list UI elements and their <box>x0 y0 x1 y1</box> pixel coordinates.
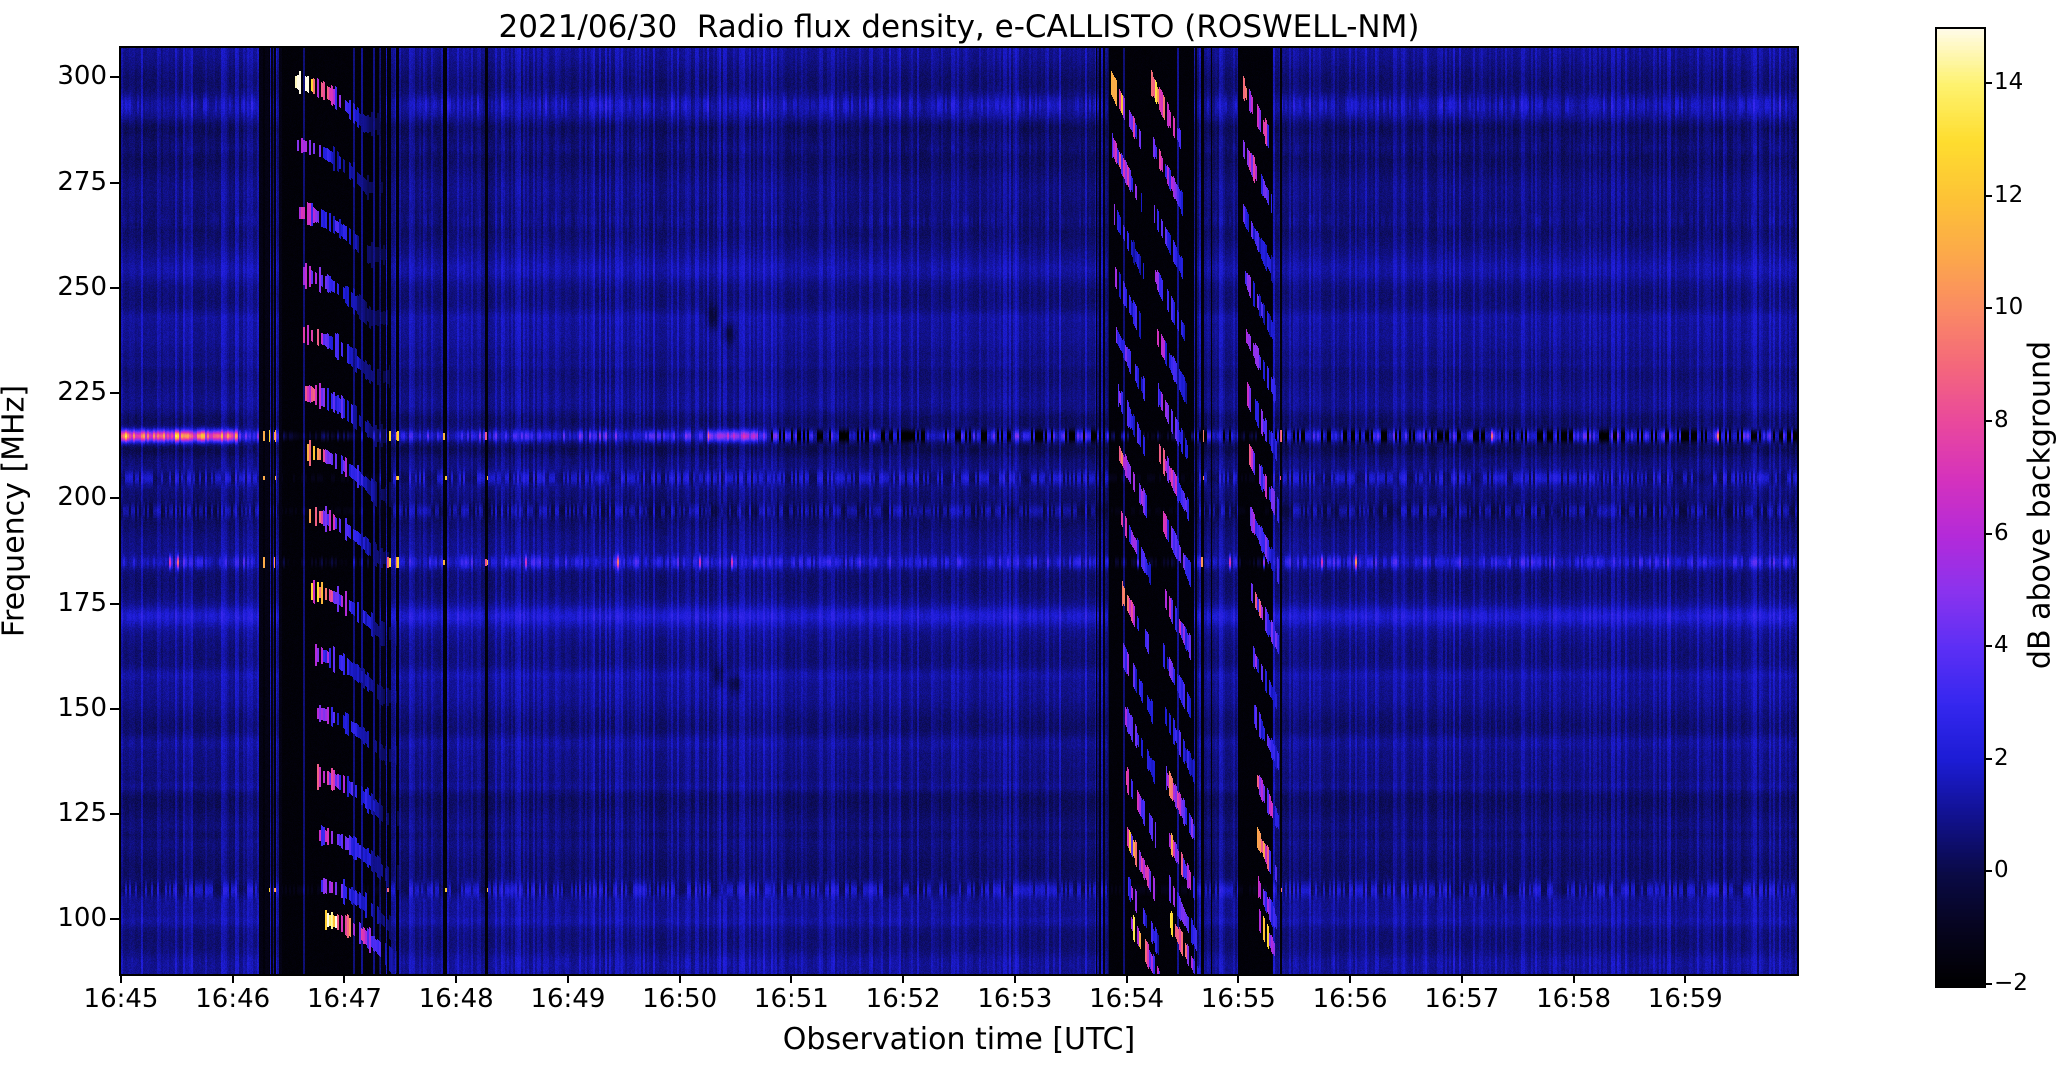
x-tickmark <box>1125 974 1128 983</box>
x-tick-label: 16:58 <box>1536 984 1611 1014</box>
y-tickmark <box>110 918 119 921</box>
y-tickmark <box>110 286 119 289</box>
x-tickmark <box>231 974 234 983</box>
x-tickmark <box>455 974 458 983</box>
x-tick-label: 16:54 <box>1089 984 1165 1014</box>
x-tickmark <box>343 974 346 983</box>
x-tickmark <box>1013 974 1016 983</box>
x-tickmark <box>1349 974 1352 983</box>
x-tick-label: 16:57 <box>1424 984 1500 1014</box>
x-tickmark <box>790 974 793 983</box>
colorbar-tickmark <box>1984 420 1992 423</box>
y-tick-label: 125 <box>57 798 107 829</box>
colorbar-tick-label: 0 <box>1994 857 2009 884</box>
y-tickmark <box>110 813 119 816</box>
colorbar-tick-label: 10 <box>1994 294 2024 321</box>
plot-area <box>119 46 1799 976</box>
y-tick-label: 150 <box>57 692 107 723</box>
y-tickmark <box>110 497 119 500</box>
x-tick-label: 16:48 <box>418 984 494 1014</box>
colorbar-tick-label: 12 <box>1994 181 2024 208</box>
colorbar <box>1935 27 1986 988</box>
x-tickmark <box>1684 974 1687 983</box>
x-tick-label: 16:52 <box>865 984 941 1014</box>
y-tickmark <box>110 602 119 605</box>
colorbar-tick-label: 4 <box>1994 632 2009 659</box>
colorbar-tickmark <box>1984 757 1992 760</box>
x-tick-label: 16:59 <box>1647 984 1723 1014</box>
chart-title: 2021/06/30 Radio flux density, e-CALLIST… <box>498 9 1420 45</box>
x-tick-label: 16:56 <box>1312 984 1388 1014</box>
x-tick-label: 16:53 <box>977 984 1053 1014</box>
x-tick-label: 16:46 <box>195 984 271 1014</box>
y-tick-label: 250 <box>57 271 107 302</box>
x-tickmark <box>1460 974 1463 983</box>
colorbar-tickmark <box>1984 532 1992 535</box>
y-tickmark <box>110 181 119 184</box>
x-tickmark <box>678 974 681 983</box>
x-tick-label: 16:49 <box>530 984 606 1014</box>
x-tick-label: 16:47 <box>306 984 382 1014</box>
x-tickmark <box>1572 974 1575 983</box>
x-tick-label: 16:51 <box>753 984 829 1014</box>
colorbar-tickmark <box>1984 82 1992 85</box>
x-tickmark <box>1237 974 1240 983</box>
y-tick-label: 100 <box>57 903 107 934</box>
colorbar-label: dB above background <box>2022 340 2058 670</box>
spectrogram-canvas <box>121 48 1797 974</box>
colorbar-tick-label: 6 <box>1994 519 2009 546</box>
spectrogram-figure: 2021/06/30 Radio flux density, e-CALLIST… <box>0 0 2066 1067</box>
y-tick-label: 300 <box>57 61 107 92</box>
colorbar-tickmark <box>1984 194 1992 197</box>
colorbar-tick-label: 8 <box>1994 407 2009 434</box>
y-tickmark <box>110 707 119 710</box>
colorbar-tickmark <box>1984 983 1992 985</box>
x-axis-label: Observation time [UTC] <box>782 1022 1136 1057</box>
x-tickmark <box>566 974 569 983</box>
colorbar-gradient <box>1937 29 1984 986</box>
colorbar-tickmark <box>1984 307 1992 310</box>
x-tick-label: 16:50 <box>642 984 718 1014</box>
y-axis-label: Frequency [MHz] <box>0 384 32 638</box>
x-tick-label: 16:45 <box>83 984 159 1014</box>
y-tick-label: 275 <box>57 166 107 197</box>
x-tick-label: 16:55 <box>1200 984 1276 1014</box>
colorbar-tick-label: 14 <box>1994 69 2024 96</box>
x-tickmark <box>120 974 122 983</box>
colorbar-tick-label: −2 <box>1994 970 2028 996</box>
colorbar-tick-label: 2 <box>1994 744 2009 771</box>
x-tickmark <box>902 974 905 983</box>
y-tickmark <box>110 392 119 395</box>
colorbar-tickmark <box>1984 870 1992 873</box>
y-tickmark <box>110 76 119 79</box>
colorbar-tickmark <box>1984 645 1992 648</box>
